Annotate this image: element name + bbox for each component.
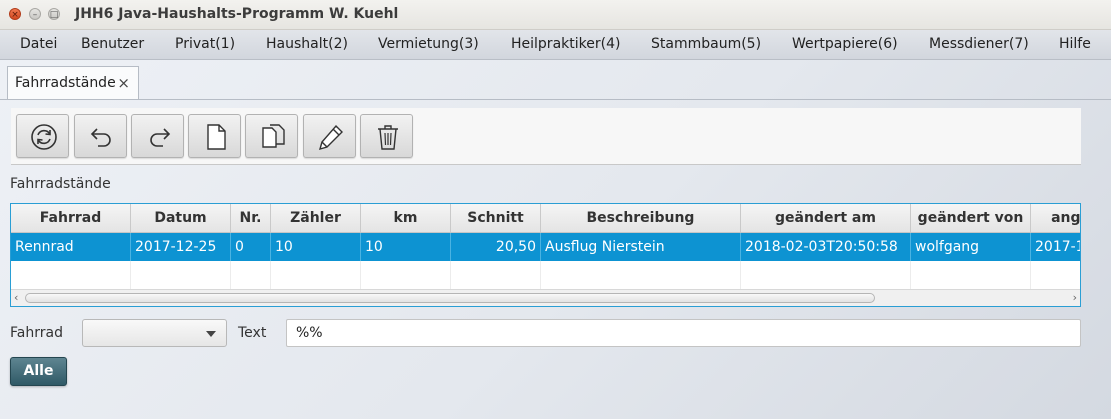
empty-cell — [271, 261, 361, 289]
text-filter-label: Text — [238, 325, 267, 341]
empty-cell — [911, 261, 1031, 289]
toolbar — [11, 108, 1081, 165]
scroll-right-icon[interactable]: › — [1073, 290, 1077, 306]
refresh-icon — [31, 124, 57, 150]
column-header-beschreibung[interactable]: Beschreibung — [541, 204, 741, 232]
menu-privat[interactable]: Privat(1) — [175, 36, 235, 52]
close-window-button[interactable]: × — [9, 8, 21, 20]
table-header: Fahrrad Datum Nr. Zähler km Schnitt Besc… — [11, 204, 1080, 233]
menu-vermietung[interactable]: Vermietung(3) — [378, 36, 479, 52]
empty-cell — [1031, 261, 1080, 289]
text-filter-input[interactable] — [286, 319, 1081, 347]
menu-hilfe[interactable]: Hilfe — [1059, 36, 1091, 52]
delete-button[interactable] — [360, 114, 413, 158]
tab-fahrradstaende[interactable]: Fahrradstände × — [7, 66, 139, 99]
fahrrad-combobox[interactable] — [82, 319, 227, 347]
column-header-datum[interactable]: Datum — [131, 204, 231, 232]
menu-datei[interactable]: Datei — [20, 36, 57, 52]
menu-haushalt[interactable]: Haushalt(2) — [266, 36, 348, 52]
empty-cell — [541, 261, 741, 289]
cell-fahrrad: Rennrad — [11, 233, 131, 261]
column-header-zaehler[interactable]: Zähler — [271, 204, 361, 232]
chevron-down-icon — [206, 331, 216, 337]
cell-zaehler: 10 — [271, 233, 361, 261]
table-row-empty — [11, 261, 1080, 289]
maximize-window-button[interactable]: □ — [48, 8, 60, 20]
cell-schnitt: 20,50 — [451, 233, 541, 261]
column-header-km[interactable]: km — [361, 204, 451, 232]
pencil-icon — [318, 124, 343, 151]
menu-bar: Datei Benutzer Privat(1) Haushalt(2) Ver… — [0, 30, 1111, 60]
new-button[interactable] — [188, 114, 241, 158]
title-bar: × – □ JHH6 Java-Haushalts-Programm W. Ku… — [0, 0, 1111, 30]
tab-bar: Fahrradstände × — [0, 59, 1111, 100]
horizontal-scrollbar[interactable]: ‹ › — [11, 289, 1080, 306]
tab-close-icon[interactable]: × — [117, 74, 130, 92]
alle-button[interactable]: Alle — [10, 357, 67, 386]
table-row[interactable]: Rennrad 2017-12-25 0 10 10 20,50 Ausflug… — [11, 233, 1080, 261]
fahrrad-filter-label: Fahrrad — [10, 325, 63, 341]
menu-wertpapiere[interactable]: Wertpapiere(6) — [792, 36, 898, 52]
empty-cell — [741, 261, 911, 289]
new-document-icon — [207, 124, 226, 150]
column-header-schnitt[interactable]: Schnitt — [451, 204, 541, 232]
cell-nr: 0 — [231, 233, 271, 261]
column-header-fahrrad[interactable]: Fahrrad — [11, 204, 131, 232]
empty-cell — [231, 261, 271, 289]
empty-cell — [361, 261, 451, 289]
scrollbar-thumb[interactable] — [25, 293, 875, 303]
minimize-window-button[interactable]: – — [29, 8, 41, 20]
empty-cell — [131, 261, 231, 289]
menu-heilpraktiker[interactable]: Heilpraktiker(4) — [511, 36, 620, 52]
undo-icon — [90, 128, 111, 147]
column-header-geaendert-von[interactable]: geändert von — [911, 204, 1031, 232]
cell-beschreibung: Ausflug Nierstein — [541, 233, 741, 261]
copy-icon — [262, 124, 285, 148]
refresh-button[interactable] — [16, 114, 69, 158]
redo-button[interactable] — [131, 114, 184, 158]
cell-km: 10 — [361, 233, 451, 261]
cell-datum: 2017-12-25 — [131, 233, 231, 261]
edit-button[interactable] — [303, 114, 356, 158]
scroll-left-icon[interactable]: ‹ — [14, 290, 18, 306]
section-label: Fahrradstände — [10, 176, 111, 192]
column-header-angelegt-am[interactable]: angelegt am — [1031, 204, 1080, 232]
trash-icon — [378, 125, 398, 150]
redo-icon — [150, 128, 171, 147]
data-table: Fahrrad Datum Nr. Zähler km Schnitt Besc… — [10, 203, 1081, 307]
column-header-geaendert-am[interactable]: geändert am — [741, 204, 911, 232]
cell-angelegt-am: 2017-12-25 — [1031, 233, 1080, 261]
empty-cell — [11, 261, 131, 289]
tab-label: Fahrradstände — [15, 75, 116, 91]
menu-stammbaum[interactable]: Stammbaum(5) — [651, 36, 761, 52]
column-header-nr[interactable]: Nr. — [231, 204, 271, 232]
copy-button[interactable] — [245, 114, 298, 158]
menu-benutzer[interactable]: Benutzer — [81, 36, 144, 52]
empty-cell — [451, 261, 541, 289]
undo-button[interactable] — [74, 114, 127, 158]
cell-geaendert-von: wolfgang — [911, 233, 1031, 261]
cell-geaendert-am: 2018-02-03T20:50:58 — [741, 233, 911, 261]
menu-messdiener[interactable]: Messdiener(7) — [929, 36, 1029, 52]
window-title: JHH6 Java-Haushalts-Programm W. Kuehl — [75, 6, 399, 22]
